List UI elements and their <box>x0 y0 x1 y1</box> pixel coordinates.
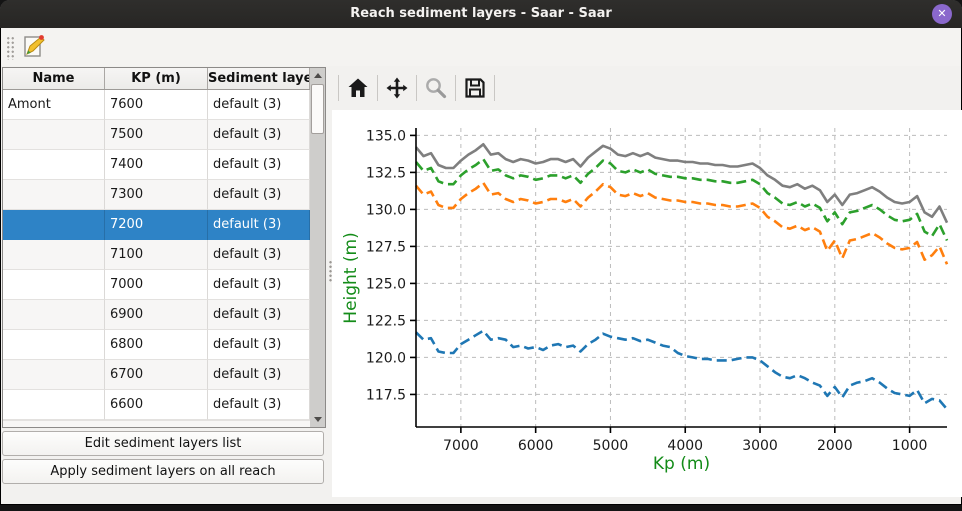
toolbar-separator <box>416 75 417 101</box>
svg-text:6000: 6000 <box>518 438 554 454</box>
close-icon: ✕ <box>937 7 946 20</box>
cell-kp[interactable]: 7000 <box>105 270 208 300</box>
cell-kp[interactable]: 6900 <box>105 300 208 330</box>
table-row[interactable]: 6700default (3) <box>3 360 310 390</box>
cell-layers[interactable]: default (3) <box>208 120 310 150</box>
cell-kp[interactable]: 7600 <box>105 90 208 120</box>
zoom-icon[interactable] <box>419 72 453 104</box>
save-icon[interactable] <box>458 72 492 104</box>
cell-name[interactable] <box>3 300 105 330</box>
svg-text:117.5: 117.5 <box>366 387 406 403</box>
edit-sediment-layers-button[interactable]: Edit sediment layers list <box>2 431 324 456</box>
svg-text:122.5: 122.5 <box>366 313 406 329</box>
cell-kp[interactable]: 7400 <box>105 150 208 180</box>
cell-kp[interactable]: 7100 <box>105 240 208 270</box>
home-icon[interactable] <box>341 72 375 104</box>
svg-text:1000: 1000 <box>892 438 928 454</box>
cell-kp[interactable]: 7300 <box>105 180 208 210</box>
edit-sediment-document-icon[interactable] <box>17 31 49 63</box>
table-row[interactable]: 7000default (3) <box>3 270 310 300</box>
svg-text:120.0: 120.0 <box>366 350 406 366</box>
cell-name[interactable] <box>3 240 105 270</box>
table-row[interactable]: 6600default (3) <box>3 390 310 420</box>
cell-layers[interactable]: default (3) <box>208 360 310 390</box>
svg-text:132.5: 132.5 <box>366 165 406 181</box>
cell-kp[interactable]: 7500 <box>105 120 208 150</box>
svg-text:125.0: 125.0 <box>366 276 406 292</box>
table-row-partial <box>3 420 310 428</box>
plot-canvas[interactable]: 135.0 132.5 130.0 127.5 125.0 122.5 120.0 117.5… <box>332 110 962 497</box>
svg-text:3000: 3000 <box>742 438 778 454</box>
table-row[interactable]: 7200default (3) <box>3 210 310 240</box>
cell-layers[interactable]: default (3) <box>208 390 310 420</box>
cell-layers[interactable]: default (3) <box>208 150 310 180</box>
cell-layers[interactable]: default (3) <box>208 240 310 270</box>
table-header[interactable]: NameKP (m)Sediment layers <box>3 68 325 90</box>
scroll-up-icon[interactable] <box>310 68 325 83</box>
scroll-down-icon[interactable] <box>310 412 325 427</box>
apply-sediment-layers-button[interactable]: Apply sediment layers on all reach <box>2 459 324 484</box>
svg-text:Kp (m): Kp (m) <box>653 454 710 474</box>
title-bar[interactable]: Reach sediment layers - Saar - Saar ✕ <box>0 0 962 28</box>
pan-icon[interactable] <box>380 72 414 104</box>
window-title: Reach sediment layers - Saar - Saar <box>0 0 962 28</box>
pan-glyph <box>385 76 409 100</box>
table-body: Amont7600default (3)7500default (3)7400d… <box>3 90 310 428</box>
cell-name[interactable] <box>3 120 105 150</box>
toolbar-separator <box>377 75 378 101</box>
scrollbar-thumb[interactable] <box>311 84 324 134</box>
cell-name[interactable] <box>3 210 105 240</box>
cell-layers[interactable]: default (3) <box>208 90 310 120</box>
cell-layers[interactable]: default (3) <box>208 270 310 300</box>
toolbar-separator <box>494 75 495 101</box>
home-glyph <box>346 76 370 100</box>
table-row[interactable]: Amont7600default (3) <box>3 90 310 120</box>
column-header[interactable]: Sediment layers <box>208 68 310 89</box>
cell-name[interactable] <box>3 180 105 210</box>
cell-name[interactable] <box>3 360 105 390</box>
cell-layers[interactable]: default (3) <box>208 210 310 240</box>
table-row[interactable]: 6800default (3) <box>3 330 310 360</box>
svg-text:5000: 5000 <box>593 438 629 454</box>
table-row[interactable]: 7500default (3) <box>3 120 310 150</box>
cell-layers[interactable]: default (3) <box>208 300 310 330</box>
plot-toolbar <box>336 72 497 104</box>
sediment-table: NameKP (m)Sediment layers Amont7600defau… <box>2 67 326 428</box>
column-header[interactable]: KP (m) <box>105 68 208 89</box>
svg-text:130.0: 130.0 <box>366 202 406 218</box>
column-header[interactable]: Name <box>3 68 105 89</box>
sediment-chart: 135.0 132.5 130.0 127.5 125.0 122.5 120.0 117.5… <box>332 110 962 497</box>
cell-kp[interactable]: 7200 <box>105 210 208 240</box>
close-button[interactable]: ✕ <box>932 4 952 24</box>
svg-text:2000: 2000 <box>817 438 853 454</box>
cell-name[interactable] <box>3 330 105 360</box>
svg-text:127.5: 127.5 <box>366 239 406 255</box>
main-toolbar <box>1 28 961 66</box>
toolbar-separator <box>338 75 339 101</box>
edit-document-icon <box>20 33 46 59</box>
table-row[interactable]: 7400default (3) <box>3 150 310 180</box>
svg-text:7000: 7000 <box>443 438 479 454</box>
cell-name[interactable]: Amont <box>3 90 105 120</box>
cell-kp[interactable]: 6800 <box>105 330 208 360</box>
svg-text:4000: 4000 <box>667 438 703 454</box>
table-row[interactable]: 7100default (3) <box>3 240 310 270</box>
cell-layers[interactable]: default (3) <box>208 330 310 360</box>
toolbar-drag-handle[interactable] <box>6 36 15 60</box>
cell-kp[interactable]: 6700 <box>105 360 208 390</box>
table-scrollbar[interactable] <box>310 68 325 427</box>
svg-text:Height (m): Height (m) <box>341 232 361 323</box>
cell-name[interactable] <box>3 390 105 420</box>
toolbar-separator <box>455 75 456 101</box>
dialog-window: Reach sediment layers - Saar - Saar ✕ Na… <box>0 0 962 505</box>
floppy-glyph <box>463 76 487 100</box>
cell-name[interactable] <box>3 270 105 300</box>
cell-name[interactable] <box>3 150 105 180</box>
cell-layers[interactable]: default (3) <box>208 180 310 210</box>
table-row[interactable]: 7300default (3) <box>3 180 310 210</box>
cell-kp[interactable]: 6600 <box>105 390 208 420</box>
table-row[interactable]: 6900default (3) <box>3 300 310 330</box>
svg-text:135.0: 135.0 <box>366 128 406 144</box>
magnifier-glyph <box>424 76 448 100</box>
